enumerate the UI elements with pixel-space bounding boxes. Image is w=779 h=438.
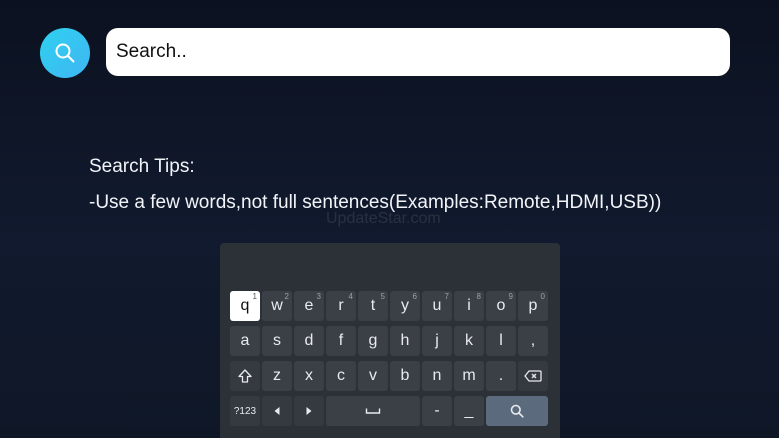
key-comma[interactable]: , xyxy=(518,326,548,356)
key-t[interactable]: t 5 xyxy=(358,291,388,321)
key-hint: 2 xyxy=(284,292,289,301)
key-hint: 4 xyxy=(348,292,353,301)
symbols-key[interactable]: ?123 xyxy=(230,396,260,426)
search-icon xyxy=(55,43,75,63)
key-v[interactable]: v xyxy=(358,361,388,391)
key-label: o xyxy=(496,297,506,314)
key-label: u xyxy=(432,297,442,314)
key-d[interactable]: d xyxy=(294,326,324,356)
key-u[interactable]: u 7 xyxy=(422,291,452,321)
cursor-right-key[interactable] xyxy=(294,396,324,426)
key-g[interactable]: g xyxy=(358,326,388,356)
search-field[interactable] xyxy=(106,28,730,76)
key-a[interactable]: a xyxy=(230,326,260,356)
space-icon xyxy=(365,408,381,414)
backspace-key[interactable] xyxy=(518,361,548,391)
key-b[interactable]: b xyxy=(390,361,420,391)
space-key[interactable] xyxy=(326,396,420,426)
key-x[interactable]: x xyxy=(294,361,324,391)
key-label: w xyxy=(271,297,283,314)
key-hint: 3 xyxy=(316,292,321,301)
search-tips-title: Search Tips: xyxy=(89,156,195,177)
watermark: UpdateStar.com xyxy=(326,210,441,227)
key-hint: 9 xyxy=(508,292,513,301)
search-button[interactable] xyxy=(40,28,90,78)
search-key[interactable] xyxy=(486,396,548,426)
key-j[interactable]: j xyxy=(422,326,452,356)
key-c[interactable]: c xyxy=(326,361,356,391)
key-hint: 1 xyxy=(252,292,257,301)
key-hint: 6 xyxy=(412,292,417,301)
key-hint: 0 xyxy=(540,292,545,301)
key-o[interactable]: o 9 xyxy=(486,291,516,321)
key-underscore[interactable]: _ xyxy=(454,396,484,426)
key-i[interactable]: i 8 xyxy=(454,291,484,321)
key-label: i xyxy=(467,297,471,314)
shift-key[interactable] xyxy=(230,361,260,391)
key-y[interactable]: y 6 xyxy=(390,291,420,321)
on-screen-keyboard: q 1 w 2 e 3 r 4 t 5 y 6 u 7 i 8 o 9 p 0 … xyxy=(220,243,560,438)
key-period[interactable]: . xyxy=(486,361,516,391)
shift-icon xyxy=(238,369,252,383)
key-n[interactable]: n xyxy=(422,361,452,391)
key-l[interactable]: l xyxy=(486,326,516,356)
key-label: q xyxy=(240,297,250,314)
arrow-left-icon xyxy=(274,407,280,415)
key-m[interactable]: m xyxy=(454,361,484,391)
key-k[interactable]: k xyxy=(454,326,484,356)
key-w[interactable]: w 2 xyxy=(262,291,292,321)
key-s[interactable]: s xyxy=(262,326,292,356)
arrow-right-icon xyxy=(306,407,312,415)
key-hint: 7 xyxy=(444,292,449,301)
key-dash[interactable]: - xyxy=(422,396,452,426)
key-q[interactable]: q 1 xyxy=(230,291,260,321)
key-label: p xyxy=(528,297,538,314)
key-label: y xyxy=(401,297,409,314)
search-input[interactable] xyxy=(114,40,730,64)
cursor-left-key[interactable] xyxy=(262,396,292,426)
key-e[interactable]: e 3 xyxy=(294,291,324,321)
key-label: e xyxy=(304,297,314,314)
key-f[interactable]: f xyxy=(326,326,356,356)
backspace-icon xyxy=(524,370,542,382)
key-z[interactable]: z xyxy=(262,361,292,391)
key-label: r xyxy=(338,297,344,314)
key-p[interactable]: p 0 xyxy=(518,291,548,321)
key-label: t xyxy=(370,297,376,314)
key-hint: 8 xyxy=(476,292,481,301)
symbols-key-label: ?123 xyxy=(233,405,257,417)
key-r[interactable]: r 4 xyxy=(326,291,356,321)
key-h[interactable]: h xyxy=(390,326,420,356)
key-hint: 5 xyxy=(380,292,385,301)
search-icon xyxy=(510,404,524,418)
